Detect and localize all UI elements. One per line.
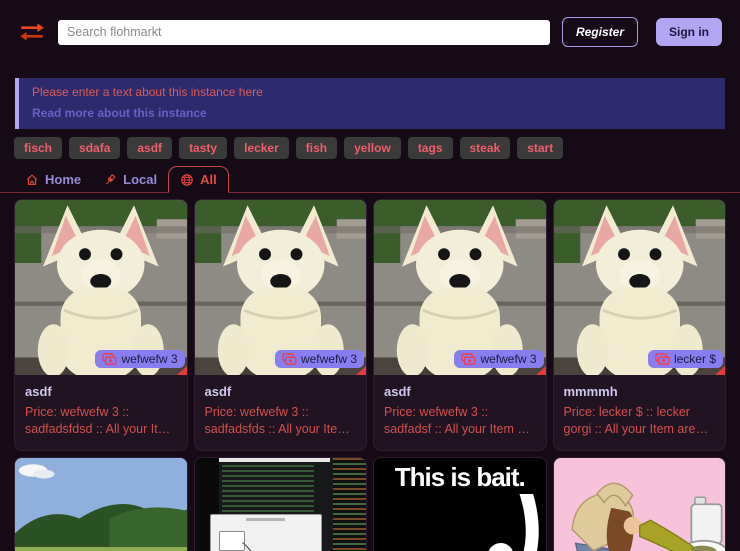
plush-dog-photo (554, 200, 726, 375)
item-card[interactable] (14, 457, 188, 551)
terminal-right-pane (333, 458, 366, 551)
item-grid-row-2: This is bait. (14, 457, 726, 551)
item-title: asdf (25, 384, 177, 399)
item-card[interactable]: wefwefw 3 asdf Price: wefwefw 3 :: sadfa… (14, 199, 188, 451)
cash-icon (102, 353, 117, 366)
tag-chip[interactable]: lecker (234, 137, 289, 159)
tab-bar: Home Local All (0, 165, 740, 193)
corner-ribbon-icon (356, 366, 366, 375)
corner-ribbon-icon (536, 366, 546, 375)
sign-in-button[interactable]: Sign in (656, 18, 722, 46)
instance-message: Please enter a text about this instance … (32, 85, 712, 99)
item-image-vomit-cartoon (554, 458, 726, 551)
header: Register Sign in (0, 0, 740, 64)
price-badge[interactable]: wefwefw 3 (275, 350, 364, 368)
item-price-text: Price: wefwefw 3 :: sadfadsfdsd :: All y… (25, 404, 177, 439)
flohmarkt-page: Register Sign in Please enter a text abo… (0, 0, 740, 551)
price-badge[interactable]: lecker $ (648, 350, 723, 368)
vomit-cartoon (554, 458, 726, 551)
item-image-plush-dog: wefwefw 3 (374, 200, 546, 375)
plush-dog-photo (15, 200, 187, 375)
plush-dog-photo (374, 200, 546, 375)
home-icon (25, 173, 39, 187)
tag-list: fisch sdafa asdf tasty lecker fish yello… (14, 137, 726, 159)
price-badge-label: wefwefw 3 (301, 352, 357, 366)
item-price-text: Price: lecker $ :: lecker gorgi :: All y… (564, 404, 716, 439)
tab-label: Local (123, 172, 157, 187)
globe-icon (180, 173, 194, 187)
item-image-terminal (195, 458, 367, 551)
tab-all[interactable]: All (168, 166, 229, 193)
tag-chip[interactable]: tasty (179, 137, 227, 159)
item-image-plush-dog: lecker $ (554, 200, 726, 375)
item-card[interactable]: wefwefw 3 asdf Price: wefwefw 3 :: sadfa… (373, 199, 547, 451)
terminal-menubar (219, 458, 331, 462)
swap-arrows-icon[interactable] (18, 22, 46, 42)
item-title: asdf (384, 384, 536, 399)
price-badge-label: wefwefw 3 (121, 352, 177, 366)
tag-chip[interactable]: start (517, 137, 563, 159)
item-title: asdf (205, 384, 357, 399)
tab-local[interactable]: Local (92, 167, 168, 192)
tab-home[interactable]: Home (14, 167, 92, 192)
tag-chip[interactable]: sdafa (69, 137, 120, 159)
tab-label: Home (45, 172, 81, 187)
price-badge[interactable]: wefwefw 3 (454, 350, 543, 368)
cash-icon (461, 353, 476, 366)
cash-icon (655, 353, 670, 366)
item-card[interactable] (553, 457, 727, 551)
tag-chip[interactable]: fisch (14, 137, 62, 159)
item-image-festival (15, 458, 187, 551)
corner-ribbon-icon (715, 366, 725, 375)
item-card[interactable]: This is bait. (373, 457, 547, 551)
tag-chip[interactable]: steak (460, 137, 511, 159)
instance-banner: Please enter a text about this instance … (15, 78, 725, 129)
tag-chip[interactable]: yellow (344, 137, 401, 159)
meme-caption: This is bait. (374, 462, 546, 493)
search-input[interactable] (58, 20, 550, 45)
pin-icon (103, 173, 117, 187)
item-card[interactable] (194, 457, 368, 551)
cash-icon (282, 353, 297, 366)
item-card[interactable]: lecker $ mmmmh Price: lecker $ :: lecker… (553, 199, 727, 451)
plush-dog-photo (195, 200, 367, 375)
price-badge-label: wefwefw 3 (480, 352, 536, 366)
item-price-text: Price: wefwefw 3 :: sadfadsf :: All your… (384, 404, 536, 439)
item-title: mmmmh (564, 384, 716, 399)
read-more-link[interactable]: Read more about this instance (32, 106, 207, 120)
dialog-wire (211, 515, 321, 551)
tag-chip[interactable]: asdf (127, 137, 172, 159)
tag-chip[interactable]: fish (296, 137, 337, 159)
tag-chip[interactable]: tags (408, 137, 453, 159)
price-badge-label: lecker $ (674, 352, 716, 366)
terminal-dialog (210, 514, 322, 551)
item-image-plush-dog: wefwefw 3 (15, 200, 187, 375)
item-price-text: Price: wefwefw 3 :: sadfadsfds :: All yo… (205, 404, 357, 439)
fishing-hook-icon (374, 494, 546, 551)
festival-crowd-photo (15, 458, 187, 551)
item-card[interactable]: wefwefw 3 asdf Price: wefwefw 3 :: sadfa… (194, 199, 368, 451)
price-badge[interactable]: wefwefw 3 (95, 350, 184, 368)
item-grid-row-1: wefwefw 3 asdf Price: wefwefw 3 :: sadfa… (14, 199, 726, 451)
item-image-plush-dog: wefwefw 3 (195, 200, 367, 375)
corner-ribbon-icon (177, 366, 187, 375)
register-button[interactable]: Register (562, 17, 638, 47)
item-image-bait-meme: This is bait. (374, 458, 546, 551)
tab-label: All (200, 172, 217, 187)
